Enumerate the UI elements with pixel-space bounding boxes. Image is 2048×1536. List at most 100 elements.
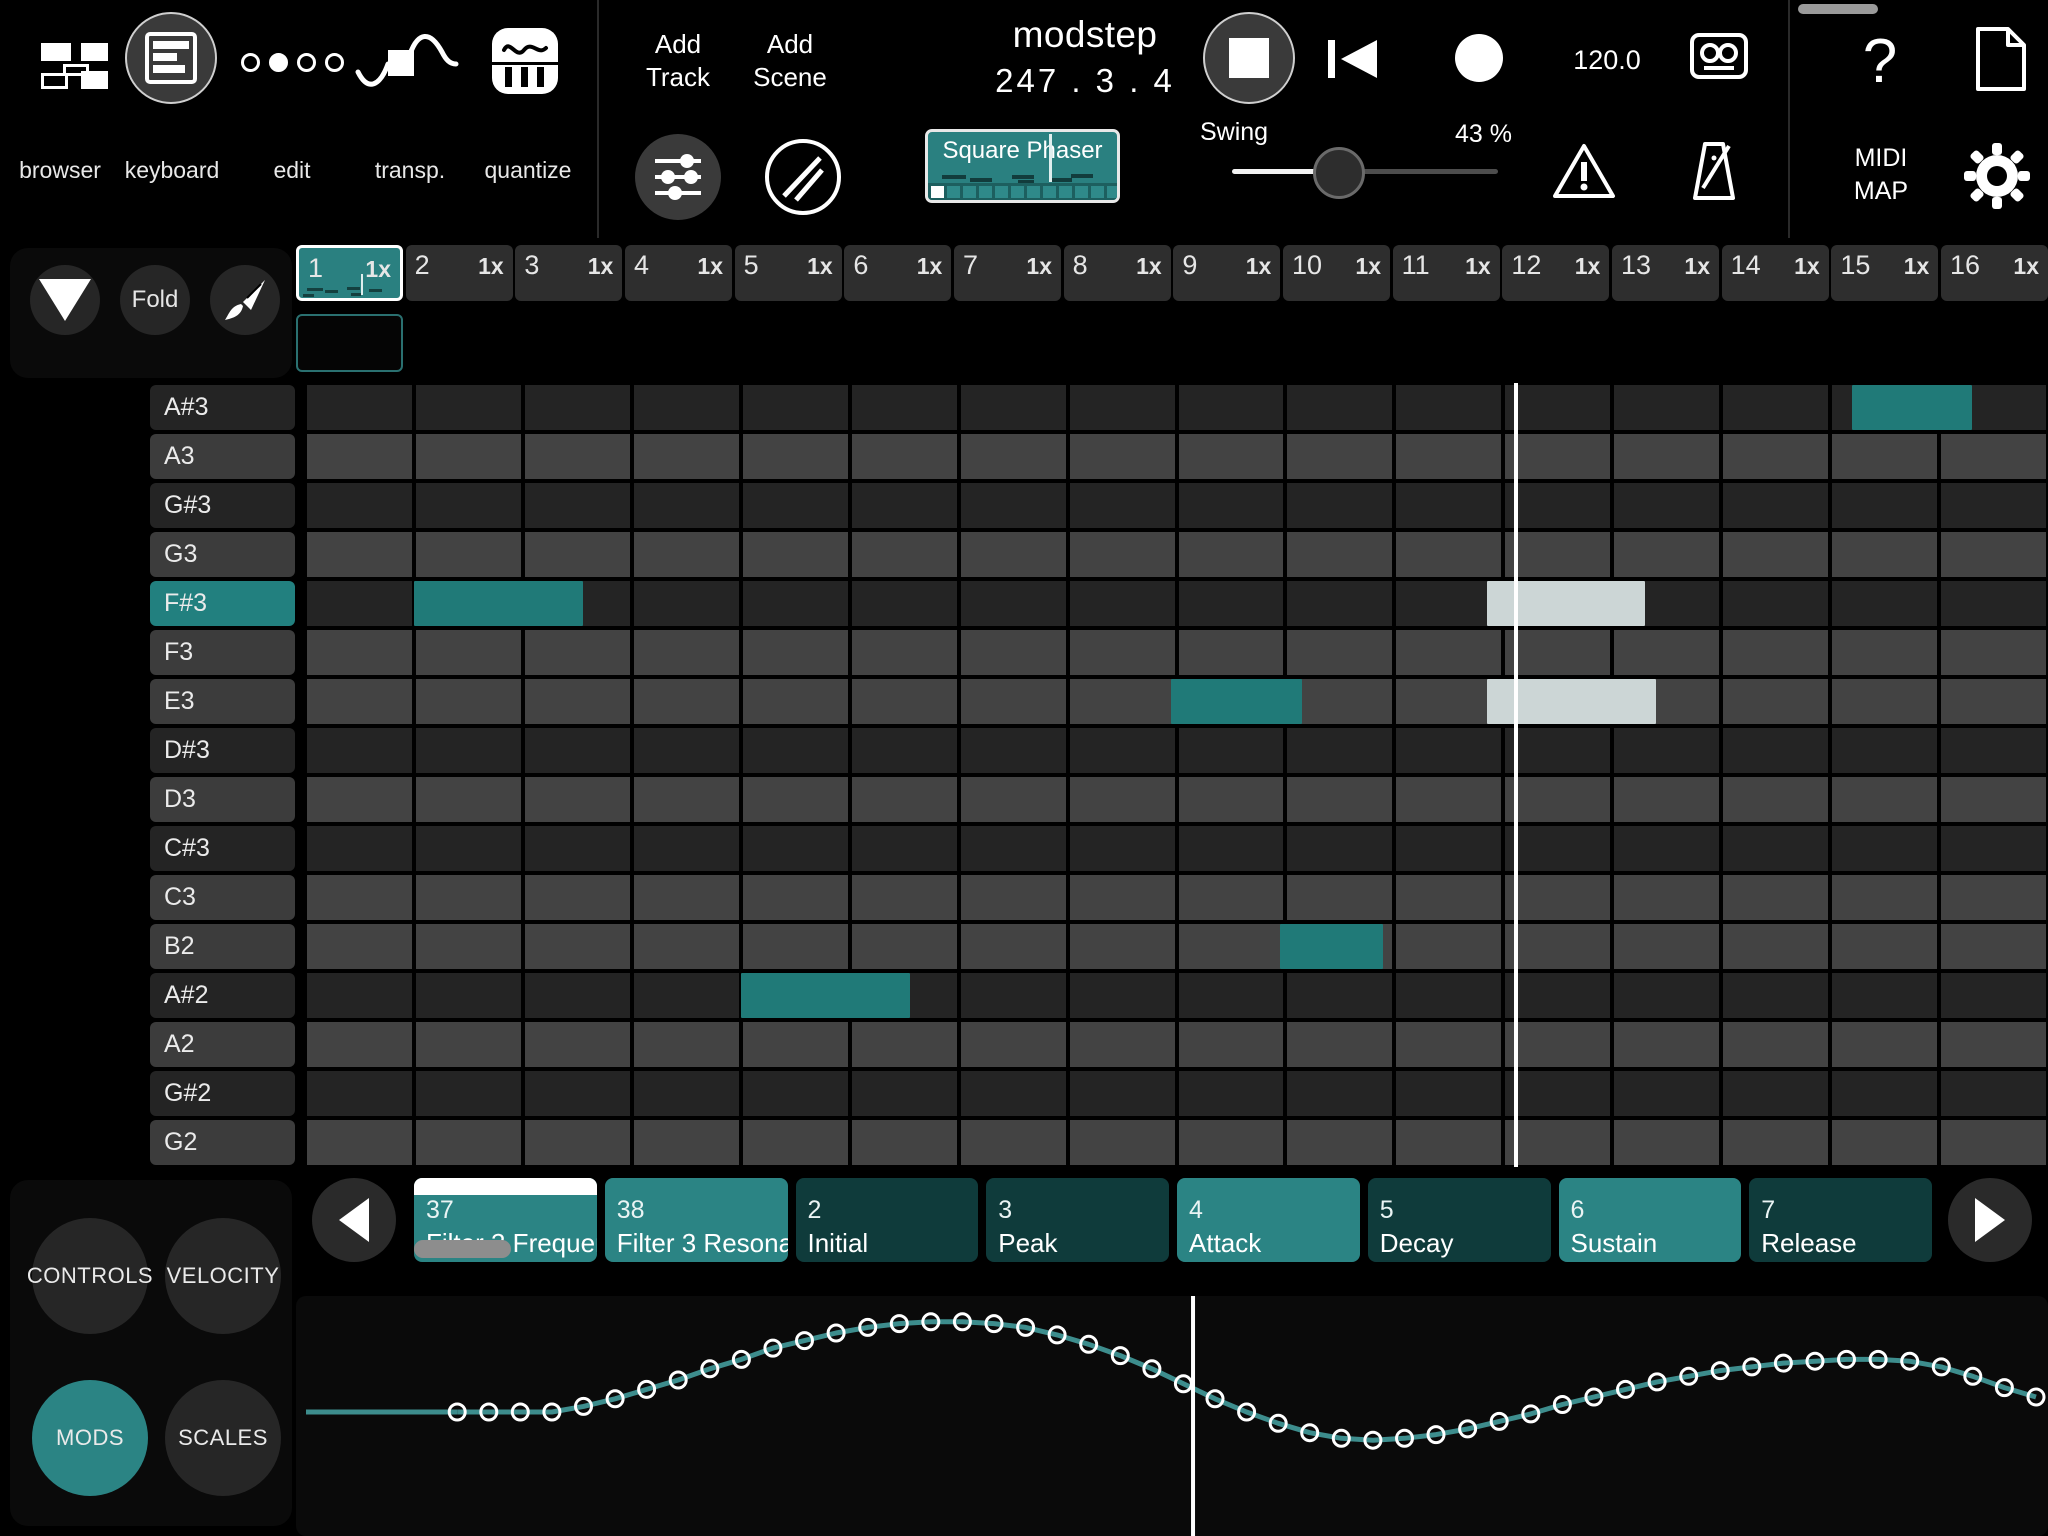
collapse-button[interactable] — [30, 265, 100, 335]
grid-cell[interactable] — [1505, 1120, 1610, 1165]
grid-cell[interactable] — [525, 826, 630, 871]
grid-cell[interactable] — [634, 1022, 739, 1067]
pattern-step-3[interactable]: 31x — [515, 245, 622, 301]
grid-cell[interactable] — [852, 483, 957, 528]
note-selected[interactable] — [1487, 581, 1645, 626]
grid-cell[interactable] — [634, 973, 739, 1018]
grid-cell[interactable] — [1614, 630, 1719, 675]
add-track-button[interactable]: Add Track — [618, 28, 738, 95]
grid-cell[interactable] — [1287, 385, 1392, 430]
grid-cell[interactable] — [1070, 679, 1175, 724]
grid-cell[interactable] — [634, 1120, 739, 1165]
add-scene-button[interactable]: Add Scene — [730, 28, 850, 95]
grid-cell[interactable] — [1832, 434, 1937, 479]
grid-cell[interactable] — [1723, 728, 1828, 773]
grid-cell[interactable] — [416, 679, 521, 724]
grid-cell[interactable] — [1723, 630, 1828, 675]
grid-cell[interactable] — [1287, 679, 1392, 724]
grid-cell[interactable] — [1179, 777, 1284, 822]
grid-cell[interactable] — [1832, 875, 1937, 920]
grid-cell[interactable] — [307, 1120, 412, 1165]
grid-cell[interactable] — [1832, 728, 1937, 773]
piano-key-D3[interactable]: D3 — [150, 777, 295, 822]
grid-cell[interactable] — [1832, 1022, 1937, 1067]
grid-cell[interactable] — [1941, 973, 2046, 1018]
grid-cell[interactable] — [307, 875, 412, 920]
modulation-curve-editor[interactable] — [296, 1296, 2048, 1536]
grid-cell[interactable] — [525, 630, 630, 675]
grid-cell[interactable] — [1505, 924, 1610, 969]
grid-cell[interactable] — [1832, 973, 1937, 1018]
grid-cell[interactable] — [743, 1071, 848, 1116]
grid-cell[interactable] — [1614, 1071, 1719, 1116]
piano-key-Gsharp3[interactable]: G#3 — [150, 483, 295, 528]
pattern-step-12[interactable]: 121x — [1502, 245, 1609, 301]
grid-cell[interactable] — [1396, 385, 1501, 430]
grid-cell[interactable] — [1287, 1120, 1392, 1165]
grid-cell[interactable] — [634, 777, 739, 822]
pattern-step-5[interactable]: 51x — [735, 245, 842, 301]
scales-button[interactable]: SCALES — [165, 1380, 281, 1496]
grid-cell[interactable] — [1832, 483, 1937, 528]
grid-cell[interactable] — [743, 777, 848, 822]
record-button[interactable] — [1455, 34, 1507, 86]
grid-cell[interactable] — [1287, 434, 1392, 479]
grid-cell[interactable] — [416, 434, 521, 479]
grid-cell[interactable] — [634, 875, 739, 920]
grid-cell[interactable] — [852, 777, 957, 822]
grid-cell[interactable] — [634, 679, 739, 724]
bpm-value[interactable]: 120.0 — [1552, 45, 1662, 76]
grid-cell[interactable] — [1287, 728, 1392, 773]
grid-cell[interactable] — [743, 826, 848, 871]
edit-button[interactable] — [237, 32, 347, 92]
grid-cell[interactable] — [416, 385, 521, 430]
grid-cell[interactable] — [1287, 875, 1392, 920]
draw-button[interactable] — [210, 265, 280, 335]
midi-map-button[interactable]: MIDI MAP — [1838, 142, 1924, 207]
grid-cell[interactable] — [307, 924, 412, 969]
grid-cell[interactable] — [961, 1120, 1066, 1165]
warning-button[interactable] — [1552, 142, 1616, 200]
mods-button[interactable]: MODS — [32, 1380, 148, 1496]
browser-button[interactable] — [26, 20, 118, 112]
grid-cell[interactable] — [634, 434, 739, 479]
grid-cell[interactable] — [852, 924, 957, 969]
grid-cell[interactable] — [634, 630, 739, 675]
grid-cell[interactable] — [1287, 973, 1392, 1018]
grid-cell[interactable] — [1505, 777, 1610, 822]
grid-cell[interactable] — [1614, 532, 1719, 577]
quantize-button[interactable] — [480, 22, 570, 102]
grid-cell[interactable] — [1179, 1071, 1284, 1116]
note-selected[interactable] — [1487, 679, 1656, 724]
grid-cell[interactable] — [1941, 875, 2046, 920]
grid-cell[interactable] — [1723, 924, 1828, 969]
grid-cell[interactable] — [307, 385, 412, 430]
parameter-cell-2[interactable]: 2Initial — [796, 1178, 979, 1262]
file-button[interactable] — [1972, 26, 2028, 92]
grid-cell[interactable] — [416, 728, 521, 773]
grid-cell[interactable] — [1614, 875, 1719, 920]
grid-cell[interactable] — [1070, 581, 1175, 626]
grid-cell[interactable] — [307, 679, 412, 724]
grid-cell[interactable] — [743, 483, 848, 528]
grid-cell[interactable] — [961, 630, 1066, 675]
grid-cell[interactable] — [1396, 1022, 1501, 1067]
grid-cell[interactable] — [961, 924, 1066, 969]
grid-cell[interactable] — [1505, 385, 1610, 430]
grid-cell[interactable] — [1723, 581, 1828, 626]
grid-cell[interactable] — [961, 385, 1066, 430]
pattern-step-10[interactable]: 101x — [1283, 245, 1390, 301]
grid-cell[interactable] — [307, 1071, 412, 1116]
grid-cell[interactable] — [1396, 630, 1501, 675]
grid-cell[interactable] — [1070, 532, 1175, 577]
grid-cell[interactable] — [1723, 777, 1828, 822]
grid-cell[interactable] — [1179, 973, 1284, 1018]
grid-cell[interactable] — [1396, 924, 1501, 969]
fold-button[interactable]: Fold — [120, 265, 190, 335]
grid-cell[interactable] — [1614, 777, 1719, 822]
parameter-cell-6[interactable]: 6Sustain — [1559, 1178, 1742, 1262]
grid-cell[interactable] — [1832, 1120, 1937, 1165]
swing-slider-knob[interactable] — [1313, 147, 1365, 199]
grid-cell[interactable] — [1396, 777, 1501, 822]
grid-cell[interactable] — [525, 1120, 630, 1165]
